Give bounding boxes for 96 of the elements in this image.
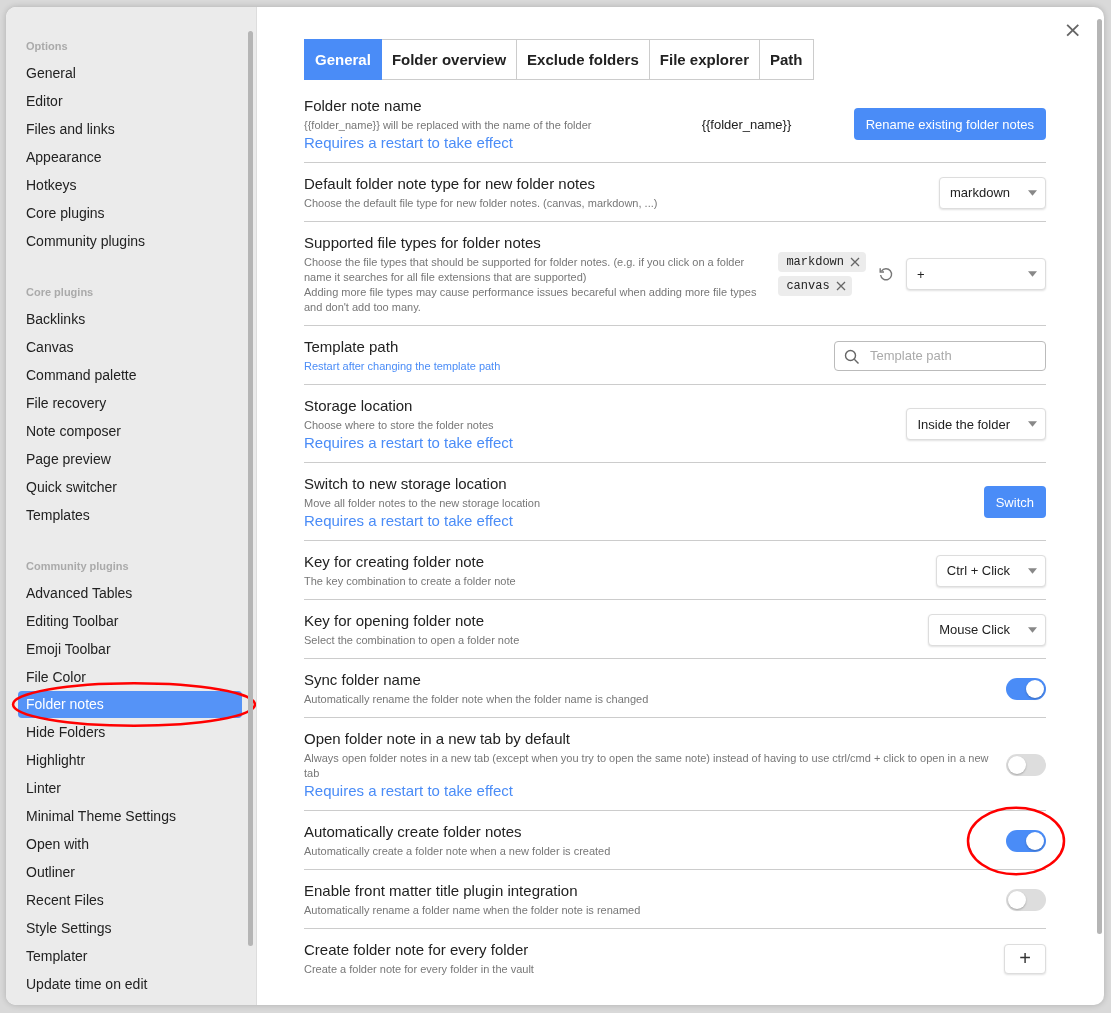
tab[interactable]: File explorer — [649, 39, 760, 80]
dropdown[interactable]: + — [906, 258, 1046, 290]
dropdown-value: Inside the folder — [917, 416, 1010, 432]
restart-notice: Requires a restart to take effect — [304, 511, 514, 530]
setting-name: Template path — [304, 337, 400, 357]
restart-notice: Requires a restart to take effect — [304, 433, 514, 452]
setting-name: Enable front matter title plugin integration — [304, 881, 579, 901]
setting-description: Always open folder notes in a new tab (except when you try to open the same note) instead of having to use ctrl/cmd + click to open in a new tab — [304, 751, 990, 781]
setting-description: Create a folder note for every folder in the vault — [304, 962, 535, 977]
sidebar-item[interactable]: Recent Files — [18, 886, 242, 914]
chip-label: canvas — [786, 279, 830, 293]
setting-name: Folder note name — [304, 96, 423, 116]
setting-description: Automatically create a folder note when a new folder is created — [304, 844, 612, 859]
setting-name: Switch to new storage location — [304, 474, 508, 494]
setting-description: {{folder_name}} will be replaced with the name of the folder — [304, 118, 593, 133]
toggle-switch[interactable] — [1006, 829, 1046, 852]
setting-description: Choose the file types that should be supported for folder notes. (e.g. if you click on a folder name it searches for all file extensions that are supported) — [304, 255, 746, 285]
restart-notice: Requires a restart to take effect — [304, 133, 514, 152]
sidebar-item[interactable]: Files and links — [18, 115, 242, 143]
dropdown[interactable]: Mouse Click — [928, 613, 1046, 646]
sidebar-item[interactable]: Hotkeys — [18, 171, 242, 199]
close-button[interactable]: × — [1059, 15, 1086, 44]
setting-name: Open folder note in a new tab by default — [304, 729, 571, 749]
chip-label: markdown — [786, 255, 844, 269]
sidebar-item[interactable]: Quick switcher — [18, 473, 242, 501]
section-heading: Core plugins — [25, 285, 95, 300]
sidebar-item[interactable]: Update time on edit — [18, 970, 242, 998]
section-heading: Options — [25, 39, 69, 54]
sidebar-item[interactable]: Page preview — [18, 445, 242, 473]
sidebar-item[interactable]: Templates — [18, 501, 242, 529]
scrollbar-thumb[interactable] — [1097, 19, 1102, 934]
dropdown[interactable]: Ctrl + Click — [935, 554, 1046, 587]
section-heading: Community plugins — [25, 559, 130, 574]
dropdown-value: + — [917, 266, 925, 282]
setting-name: Create folder note for every folder — [304, 940, 530, 960]
sidebar-item[interactable]: File recovery — [18, 389, 242, 417]
setting-name: Supported file types for folder notes — [304, 233, 542, 253]
setting-name: Default folder note type for new folder notes — [304, 174, 596, 194]
sidebar-item[interactable]: Community plugins — [18, 227, 242, 255]
toggle-switch[interactable] — [1006, 677, 1046, 700]
caret-icon — [1028, 271, 1037, 277]
dropdown[interactable]: Inside the folder — [906, 408, 1046, 440]
setting-description: Automatically rename the folder note when the folder name is changed — [304, 692, 650, 707]
sidebar-item[interactable]: Core plugins — [18, 199, 242, 227]
tab[interactable]: Exclude folders — [517, 39, 650, 80]
caret-icon — [1028, 421, 1037, 427]
setting-description: The key combination to create a folder note — [304, 574, 517, 589]
dropdown-value: Ctrl + Click — [946, 563, 1010, 578]
sidebar-item[interactable]: Editing Toolbar — [18, 607, 242, 635]
caret-icon — [1028, 567, 1037, 574]
sidebar-item[interactable]: File Color — [18, 663, 242, 691]
setting-description: Adding more file types may cause performance issues becareful when adding more file types and don't add too many. — [304, 285, 758, 315]
sidebar-item[interactable]: Appearance — [18, 143, 242, 171]
setting-description: Choose the default file type for new folder notes. (canvas, markdown, ...) — [304, 196, 659, 211]
close-icon[interactable] — [835, 281, 846, 291]
sidebar-item[interactable]: Open with — [18, 830, 242, 858]
setting-description: Move all folder notes to the new storage location — [304, 496, 542, 511]
toggle-switch[interactable] — [1006, 753, 1046, 776]
sidebar-item[interactable]: Linter — [18, 774, 242, 802]
sidebar-item[interactable]: Editor — [18, 87, 242, 115]
setting-name: Key for creating folder note — [304, 552, 486, 572]
setting-name: Sync folder name — [304, 670, 422, 690]
sidebar-item[interactable]: Style Settings — [18, 914, 242, 942]
sidebar-item[interactable]: Emoji Toolbar — [18, 635, 242, 663]
sidebar-item[interactable]: Templater — [18, 942, 242, 970]
search-icon — [844, 348, 860, 365]
sidebar-item[interactable]: Minimal Theme Settings — [18, 802, 242, 830]
sidebar-item[interactable]: General — [18, 59, 242, 87]
sidebar-item[interactable]: Hide Folders — [18, 718, 242, 746]
setting-name: Storage location — [304, 396, 414, 416]
sidebar-item[interactable]: Backlinks — [18, 305, 242, 333]
sidebar-item[interactable]: Highlightr — [18, 746, 242, 774]
tab[interactable]: Folder overview — [381, 39, 518, 80]
dropdown[interactable]: markdown — [939, 176, 1046, 209]
sidebar-item[interactable]: Command palette — [18, 361, 242, 389]
toggle-switch[interactable] — [1006, 888, 1046, 911]
scrollbar-thumb[interactable] — [248, 31, 253, 946]
caret-icon — [1028, 189, 1037, 196]
setting-description: Choose where to store the folder notes — [304, 418, 495, 433]
tab[interactable]: Path — [760, 39, 814, 80]
setting-name: Automatically create folder notes — [304, 822, 523, 842]
setting-name: Key for opening folder note — [304, 611, 486, 631]
dropdown-value: Mouse Click — [939, 622, 1010, 637]
caret-icon — [1028, 626, 1037, 633]
search-field[interactable]: Template path — [834, 340, 1046, 371]
sidebar-item[interactable]: Note composer — [18, 417, 242, 445]
sidebar-item[interactable]: Canvas — [18, 333, 242, 361]
sidebar-item[interactable]: Outliner — [18, 858, 242, 886]
setting-description: Automatically rename a folder name when the folder note is renamed — [304, 903, 642, 918]
close-icon[interactable] — [850, 257, 860, 267]
reset-icon[interactable] — [878, 266, 894, 282]
dropdown-value: markdown — [950, 185, 1010, 200]
setting-description: Select the combination to open a folder note — [304, 633, 521, 648]
sidebar-item[interactable]: Advanced Tables — [18, 579, 242, 607]
add-button[interactable]: + — [1004, 943, 1046, 974]
restart-notice: Requires a restart to take effect — [304, 781, 514, 800]
